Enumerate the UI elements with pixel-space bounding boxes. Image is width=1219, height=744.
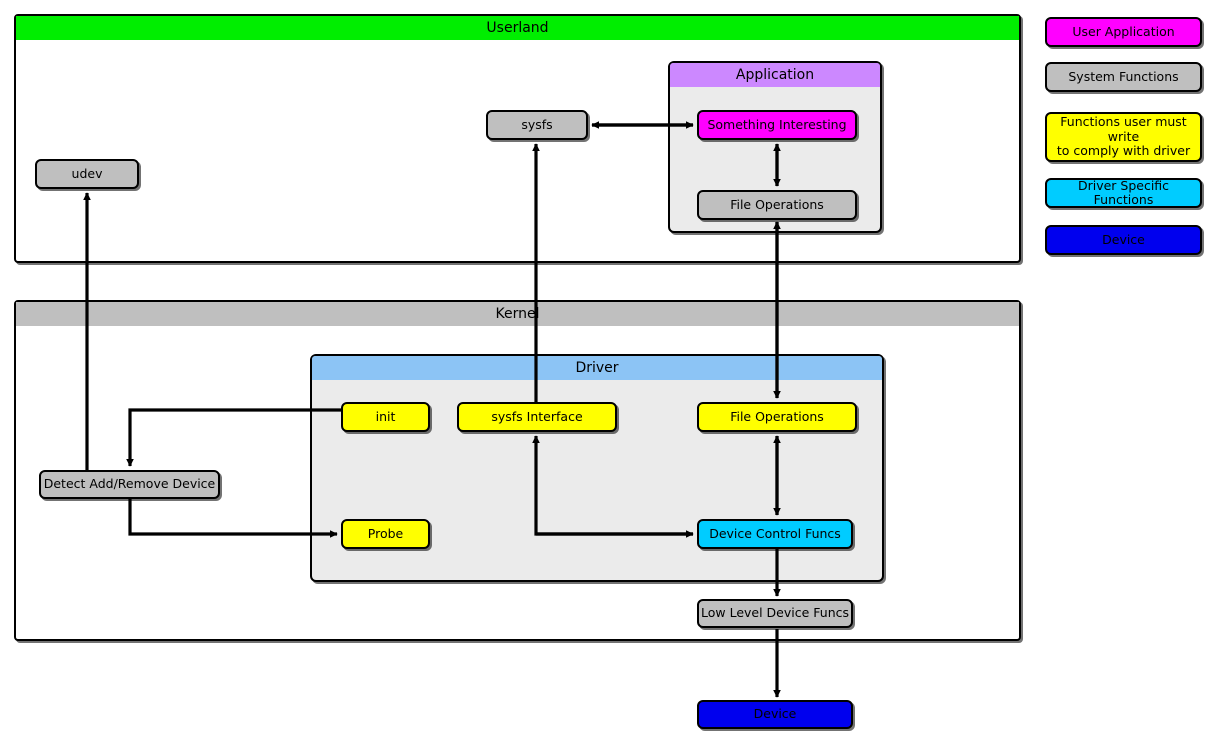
- legend-item-user-application: User Application: [1045, 17, 1202, 47]
- legend-item-driver-specific-functions: Driver Specific Functions: [1045, 178, 1202, 208]
- legend-item-device-label: Device: [1102, 231, 1145, 247]
- legend-item-device: Device: [1045, 225, 1202, 255]
- legend: User Application System Functions Functi…: [0, 0, 1219, 744]
- legend-item-system-functions: System Functions: [1045, 62, 1202, 92]
- legend-item-functions-user-must-write: Functions user must write to comply with…: [1045, 112, 1202, 162]
- legend-item-system-functions-label: System Functions: [1068, 68, 1179, 84]
- diagram-canvas: Userland Kernel Application Driver udev …: [0, 0, 1219, 744]
- legend-item-driver-specific-functions-label: Driver Specific Functions: [1077, 177, 1170, 207]
- legend-item-user-application-label: User Application: [1072, 23, 1175, 39]
- legend-item-functions-user-must-write-label: Functions user must write to comply with…: [1056, 114, 1191, 159]
